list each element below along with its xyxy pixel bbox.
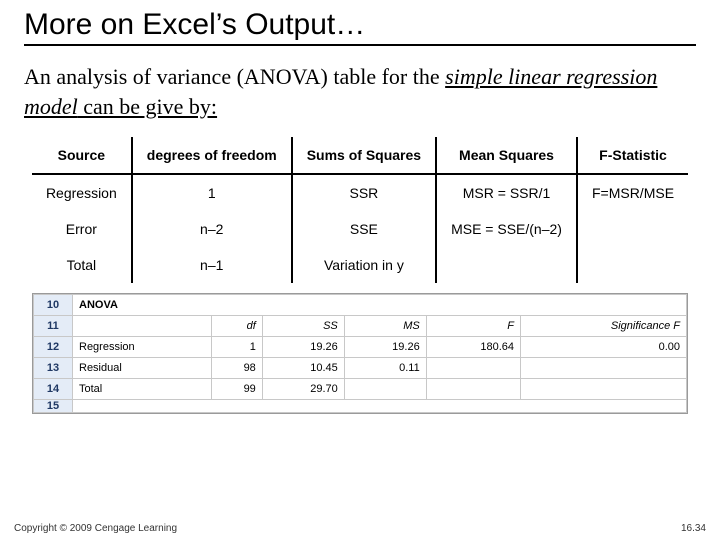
excel-cell: 0.11 — [344, 358, 426, 379]
excel-rownum: 15 — [34, 400, 73, 413]
excel-cell: 180.64 — [426, 337, 520, 358]
excel-hdr-ms: MS — [344, 316, 426, 337]
excel-screenshot: 10 ANOVA 11 df SS MS F Significance F 12… — [32, 293, 688, 414]
cell-src: Regression — [32, 174, 132, 211]
cell-f — [577, 211, 688, 247]
excel-cell — [521, 379, 687, 400]
copyright: Copyright © 2009 Cengage Learning — [14, 523, 177, 534]
excel-row: 13 Residual 98 10.45 0.11 — [34, 358, 687, 379]
col-fstat: F-Statistic — [577, 137, 688, 174]
excel-hdr-sig: Significance F — [521, 316, 687, 337]
intro-suffix: can be give by: — [78, 94, 217, 119]
excel-cell: Residual — [73, 358, 212, 379]
cell-ms — [436, 247, 577, 283]
cell-df: 1 — [132, 174, 292, 211]
col-df: degrees of freedom — [132, 137, 292, 174]
excel-rownum: 12 — [34, 337, 73, 358]
cell-ms: MSR = SSR/1 — [436, 174, 577, 211]
excel-cell — [426, 379, 520, 400]
col-source: Source — [32, 137, 132, 174]
cell-src: Total — [32, 247, 132, 283]
col-ms: Mean Squares — [436, 137, 577, 174]
excel-cell — [426, 358, 520, 379]
slide-title: More on Excel’s Output… — [24, 8, 696, 46]
table-row: Error n–2 SSE MSE = SSE/(n–2) — [32, 211, 688, 247]
excel-rownum: 14 — [34, 379, 73, 400]
col-ss: Sums of Squares — [292, 137, 436, 174]
excel-cell: 19.26 — [344, 337, 426, 358]
excel-hdr-df: df — [211, 316, 262, 337]
intro-prefix: An analysis of variance (ANOVA) table fo… — [24, 64, 445, 89]
excel-anova-label: ANOVA — [73, 295, 687, 316]
cell-ms: MSE = SSE/(n–2) — [436, 211, 577, 247]
excel-cell: 0.00 — [521, 337, 687, 358]
cell-ss: SSE — [292, 211, 436, 247]
slide-number: 16.34 — [681, 523, 706, 534]
excel-hdr-f: F — [426, 316, 520, 337]
excel-cell: 99 — [211, 379, 262, 400]
cell-f: F=MSR/MSE — [577, 174, 688, 211]
excel-cell: Regression — [73, 337, 212, 358]
anova-formula-table: Source degrees of freedom Sums of Square… — [32, 137, 688, 283]
excel-rownum: 11 — [34, 316, 73, 337]
excel-hdr-ss: SS — [262, 316, 344, 337]
intro-text: An analysis of variance (ANOVA) table fo… — [24, 62, 696, 121]
excel-cell: 10.45 — [262, 358, 344, 379]
excel-rownum: 13 — [34, 358, 73, 379]
excel-cell — [344, 379, 426, 400]
excel-row: 14 Total 99 29.70 — [34, 379, 687, 400]
cell-src: Error — [32, 211, 132, 247]
excel-cell: 98 — [211, 358, 262, 379]
cell-df: n–2 — [132, 211, 292, 247]
excel-cell: 19.26 — [262, 337, 344, 358]
excel-row: 12 Regression 1 19.26 19.26 180.64 0.00 — [34, 337, 687, 358]
table-row: Regression 1 SSR MSR = SSR/1 F=MSR/MSE — [32, 174, 688, 211]
excel-cell: 1 — [211, 337, 262, 358]
excel-cell — [521, 358, 687, 379]
table-row: Total n–1 Variation in y — [32, 247, 688, 283]
cell-f — [577, 247, 688, 283]
excel-cell: 29.70 — [262, 379, 344, 400]
excel-rownum: 10 — [34, 295, 73, 316]
cell-ss: Variation in y — [292, 247, 436, 283]
cell-ss: SSR — [292, 174, 436, 211]
cell-df: n–1 — [132, 247, 292, 283]
excel-cell: Total — [73, 379, 212, 400]
